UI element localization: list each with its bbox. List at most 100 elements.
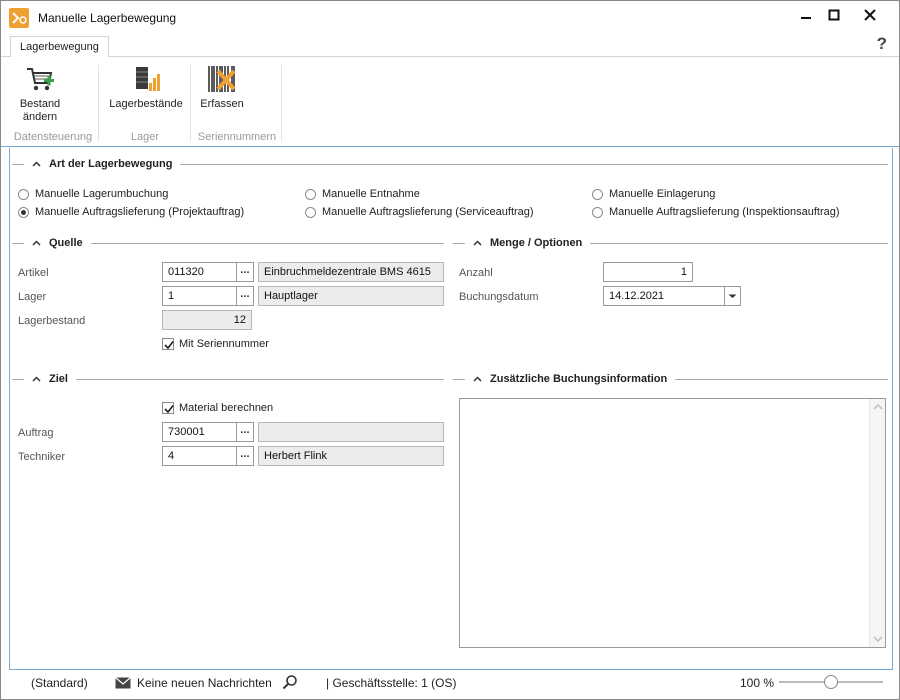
- auftrag-lookup-button[interactable]: ...: [237, 422, 254, 442]
- chevron-up-icon: [32, 161, 41, 167]
- auftrag-label: Auftrag: [18, 427, 54, 439]
- radio-label: Manuelle Auftragslieferung (Projektauftr…: [35, 206, 245, 218]
- anzahl-input[interactable]: 1: [603, 262, 693, 282]
- ribbon-group-seriennummern: Erfassen Seriennummern: [193, 61, 281, 145]
- lagerbestaende-button[interactable]: Lagerbestände: [107, 63, 185, 111]
- section-info-header[interactable]: Zusätzliche Buchungsinformation: [453, 372, 888, 386]
- checkmark-icon: [164, 341, 174, 350]
- auftrag-name-field: [258, 422, 444, 442]
- status-messages[interactable]: Keine neuen Nachrichten: [137, 676, 272, 690]
- radio-projektauftrag[interactable]: Manuelle Auftragslieferung (Projektauftr…: [18, 206, 244, 218]
- radio-einlagerung[interactable]: Manuelle Einlagerung: [592, 188, 715, 200]
- buchungsdatum-input[interactable]: 14.12.2021: [603, 286, 725, 306]
- mit-seriennummer-label: Mit Seriennummer: [179, 338, 269, 350]
- radio-label: Manuelle Lagerumbuchung: [35, 188, 169, 200]
- chevron-up-icon: [32, 240, 41, 246]
- section-rule: [75, 378, 444, 380]
- lager-name-field: Hauptlager: [258, 286, 444, 306]
- group-label-seriennummern: Seriennummern: [197, 131, 277, 143]
- material-berechnen-checkbox[interactable]: Material berechnen: [162, 402, 273, 414]
- status-zoom: 100 %: [740, 676, 775, 690]
- section-ziel-header[interactable]: Ziel: [12, 372, 444, 386]
- radio-circle: [592, 188, 603, 200]
- chevron-up-icon: [473, 376, 482, 382]
- section-rule: [90, 242, 444, 244]
- search-icon[interactable]: [282, 674, 298, 693]
- checkbox-box: [162, 402, 174, 414]
- anzahl-label: Anzahl: [459, 267, 493, 279]
- maximize-button[interactable]: [817, 3, 851, 27]
- group-label-lager: Lager: [130, 131, 160, 143]
- cart-add-icon: [24, 63, 56, 95]
- lager-label: Lager: [18, 291, 47, 303]
- scroll-up-icon[interactable]: [873, 403, 883, 411]
- radio-label: Manuelle Entnahme: [322, 188, 420, 200]
- lager-lookup-button[interactable]: ...: [237, 286, 254, 306]
- help-icon[interactable]: ?: [877, 34, 887, 54]
- radio-inspektionsauftrag[interactable]: Manuelle Auftragslieferung (Inspektionsa…: [592, 206, 840, 218]
- radio-lagerumbuchung[interactable]: Manuelle Lagerumbuchung: [18, 188, 168, 200]
- radio-label: Manuelle Auftragslieferung (Serviceauftr…: [322, 206, 534, 218]
- section-rule: [12, 378, 24, 380]
- buchungsinformation-text: [460, 399, 885, 407]
- section-rule: [12, 163, 24, 165]
- stock-levels-icon: [130, 63, 162, 95]
- group-label-datensteuerung: Datensteuerung: [13, 131, 93, 143]
- section-quelle-title: Quelle: [49, 237, 83, 249]
- section-quelle-header[interactable]: Quelle: [12, 236, 444, 250]
- section-art-header[interactable]: Art der Lagerbewegung: [12, 157, 888, 171]
- ribbon-group-lager: Lagerbestände Lager: [101, 61, 189, 145]
- radio-circle-selected: [18, 206, 29, 218]
- section-menge-header[interactable]: Menge / Optionen: [453, 236, 888, 250]
- section-rule: [180, 163, 888, 165]
- ribbon-separator: [281, 65, 282, 141]
- section-menge-title: Menge / Optionen: [490, 237, 583, 249]
- auftrag-input[interactable]: 730001: [162, 422, 237, 442]
- section-ziel-title: Ziel: [49, 373, 68, 385]
- main-window: Manuelle Lagerbewegung Lagerbewegung ? B…: [0, 0, 900, 700]
- bestand-aendern-label-1: Bestand: [19, 98, 61, 110]
- lager-input[interactable]: 1: [162, 286, 237, 306]
- radio-circle: [305, 206, 316, 218]
- ribbon-separator: [190, 65, 191, 141]
- textarea-scrollbar[interactable]: [869, 399, 885, 647]
- zoom-slider-thumb[interactable]: [824, 675, 838, 689]
- tab-lagerbewegung[interactable]: Lagerbewegung: [10, 36, 109, 58]
- checkbox-box: [162, 338, 174, 350]
- radio-circle: [592, 206, 603, 218]
- bestand-aendern-button[interactable]: Bestand ändern: [13, 63, 67, 124]
- close-button[interactable]: [853, 3, 887, 27]
- date-dropdown-button[interactable]: [724, 286, 741, 306]
- ribbon-tabstrip: Lagerbewegung: [1, 33, 899, 58]
- artikel-input[interactable]: 011320: [162, 262, 237, 282]
- erfassen-button[interactable]: Erfassen: [197, 63, 247, 111]
- status-branch: | Geschäftsstelle: 1 (OS): [326, 676, 457, 690]
- buchungsinformation-textarea[interactable]: [459, 398, 886, 648]
- radio-serviceauftrag[interactable]: Manuelle Auftragslieferung (Serviceauftr…: [305, 206, 534, 218]
- status-profile[interactable]: (Standard): [31, 676, 88, 690]
- artikel-lookup-button[interactable]: ...: [237, 262, 254, 282]
- ribbon-group-datensteuerung: Bestand ändern Datensteuerung: [7, 61, 99, 145]
- techniker-lookup-button[interactable]: ...: [237, 446, 254, 466]
- ribbon-separator: [98, 65, 99, 141]
- checkmark-icon: [164, 405, 174, 414]
- window-title: Manuelle Lagerbewegung: [38, 11, 177, 25]
- mit-seriennummer-checkbox[interactable]: Mit Seriennummer: [162, 338, 269, 350]
- section-rule: [12, 242, 24, 244]
- artikel-name-field: Einbruchmeldezentrale BMS 4615: [258, 262, 444, 282]
- radio-entnahme[interactable]: Manuelle Entnahme: [305, 188, 420, 200]
- erfassen-label: Erfassen: [200, 98, 244, 110]
- material-berechnen-label: Material berechnen: [179, 402, 274, 414]
- app-icon: [9, 8, 29, 28]
- section-info-title: Zusätzliche Buchungsinformation: [490, 373, 668, 385]
- chevron-up-icon: [473, 240, 482, 246]
- title-bar: Manuelle Lagerbewegung: [1, 1, 899, 33]
- chevron-up-icon: [32, 376, 41, 382]
- scroll-down-icon[interactable]: [873, 635, 883, 643]
- techniker-input[interactable]: 4: [162, 446, 237, 466]
- lagerbestand-field: 12: [162, 310, 252, 330]
- status-bar: (Standard) Keine neuen Nachrichten | Ges…: [1, 671, 899, 699]
- section-rule: [675, 378, 888, 380]
- chevron-down-icon: [728, 294, 737, 298]
- bestand-aendern-label-2: ändern: [22, 111, 58, 123]
